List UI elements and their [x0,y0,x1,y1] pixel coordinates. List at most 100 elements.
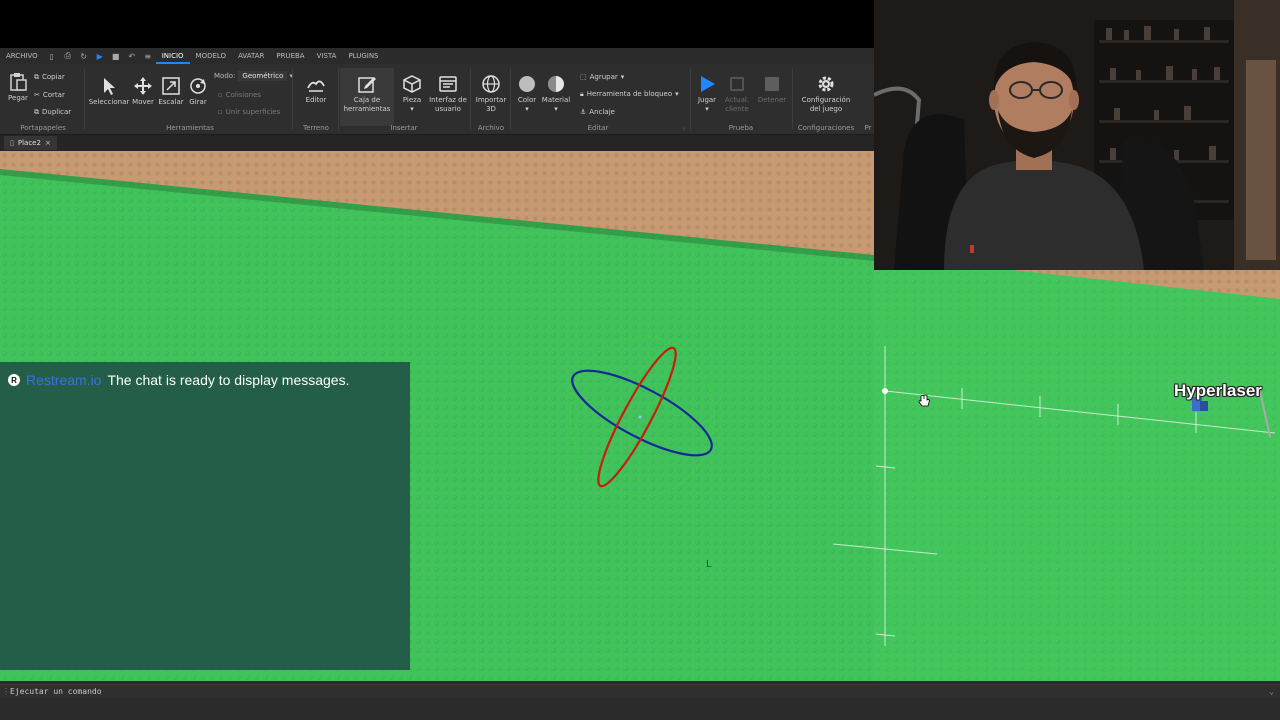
cut-label: Cortar [42,91,65,99]
undo-icon[interactable]: ↶ [127,51,137,61]
chat-overlay: R Restream.io The chat is ready to displ… [0,362,410,670]
tab-plugins[interactable]: PLUGINS [342,48,384,64]
collisions-label: Colisiones [225,91,262,99]
rotate-label: Girar [189,98,207,106]
update-client-button[interactable]: Actual. cliente [722,74,752,114]
ui-label-2: usuario [435,105,461,113]
scale-label: Escalar [158,98,184,106]
menu-file[interactable]: ARCHIVO [0,48,44,64]
copy-label: Copiar [42,73,65,81]
join-surfaces-toggle[interactable]: ▫ Unir superficies [218,105,280,119]
select-button[interactable]: Seleccionar [88,76,130,107]
user-interface-button[interactable]: Interfaz de usuario [428,74,468,114]
scale-button[interactable]: Escalar [157,76,185,107]
stop-quick-icon[interactable]: ■ [111,51,121,61]
group-button[interactable]: ⬚ Agrupar ▾ [580,70,624,84]
cut-group-label: Pr [864,124,872,132]
settings-label-2: del juego [809,105,843,113]
lock-tool-button[interactable]: 🔒︎ Herramienta de bloqueo ▾ [580,87,679,101]
ui-window-icon [439,76,457,92]
clipboard-group-label: Portapapeles [20,124,66,132]
play-button[interactable]: Jugar ▾ [694,74,720,114]
terrain-editor-button[interactable]: Editor [300,74,332,105]
rotate-button[interactable]: Girar [186,76,210,107]
separator [470,68,471,130]
webcam-overlay [874,0,1280,270]
mode-value[interactable]: Geométrico [238,71,288,81]
open-file-icon[interactable]: ⎙ [63,51,73,61]
join-surfaces-label: Unir superficies [225,108,281,116]
separator [338,68,339,130]
expand-icon[interactable]: ⌟ [682,120,685,134]
chevron-down-icon: ▾ [620,73,625,81]
edit-group-label: Editar [587,124,609,132]
copy-button[interactable]: ⧉ Copiar [34,70,65,84]
separator [510,68,511,130]
chat-service-name: Restream.io [26,372,102,388]
select-label: Seleccionar [88,98,130,106]
paste-label: Pegar [8,94,28,102]
toolbox-button[interactable]: Caja de herramientas [342,74,392,114]
chevron-down-icon[interactable]: ⌄ [1269,685,1274,699]
chevron-down-icon: ▾ [525,105,529,113]
lock-icon: 🔒︎ [580,89,584,98]
tab-inicio[interactable]: INICIO [155,48,190,64]
editor-label: Editor [305,96,327,104]
document-icon: ▯ [10,139,14,147]
cursor-icon [104,78,115,95]
paste-button[interactable]: Pegar [6,72,30,103]
insert-group-label: Insertar [390,124,418,132]
color-swatch-icon [519,76,535,92]
menu-bar: ARCHIVO ▯ ⎙ ↻ ▶ ■ ↶ ≡ INICIO MODELO AVAT… [0,48,874,64]
terrain-icon [307,80,325,92]
scissors-icon: ✂ [34,91,40,99]
separator [792,68,793,130]
play-label: Jugar [697,96,717,104]
update-client-icon [730,77,744,91]
part-button[interactable]: Pieza ▾ [398,74,426,114]
ribbon-toolbar: Pegar ⧉ Copiar ✂ Cortar ⧉ Duplicar Portapap… [0,64,874,135]
collisions-toggle[interactable]: ▫ Colisiones [218,88,261,102]
test-group-label: Prueba [728,124,754,132]
import-3d-button[interactable]: Importar 3D [474,74,508,114]
baseplate-light [874,255,1280,681]
chevron-down-icon: ▾ [705,105,709,113]
game-settings-button[interactable]: Configuración del juego [798,74,854,114]
move-arrows-icon [134,77,152,95]
move-button[interactable]: Mover [131,76,155,107]
tab-place2[interactable]: ▯ Place2 × [4,136,57,150]
color-button[interactable]: Color ▾ [514,74,540,114]
separator [84,68,85,130]
tab-avatar[interactable]: AVATAR [232,48,270,64]
play-quick-icon[interactable]: ▶ [95,51,105,61]
material-button[interactable]: Material ▾ [540,74,572,114]
separator [292,68,293,130]
anchor-button[interactable]: ⚓︎ Anclaje [580,105,615,119]
new-file-icon[interactable]: ▯ [47,51,57,61]
play-icon [701,76,715,92]
refresh-icon[interactable]: ↻ [79,51,89,61]
cut-button[interactable]: ✂ Cortar [34,88,65,102]
material-label: Material [541,96,571,104]
duplicate-button[interactable]: ⧉ Duplicar [34,105,71,119]
tools-group-label: Herramientas [166,124,214,132]
update-label-1: Actual. [724,96,750,104]
anchor-icon: ⚓︎ [580,108,587,116]
chevron-down-icon: ▾ [675,90,679,98]
tab-place2-label: Place2 [17,139,41,147]
tab-vista[interactable]: VISTA [311,48,343,64]
ui-label-1: Interfaz de [429,96,467,104]
quick-menu-icon[interactable]: ≡ [143,51,153,61]
tab-modelo[interactable]: MODELO [190,48,233,64]
command-input[interactable]: ⋮ Ejecutar un comando ⌄ [0,684,1280,698]
globe-import-icon [482,75,500,93]
import-label-2: 3D [486,105,496,113]
close-icon[interactable]: × [45,139,51,147]
command-placeholder: Ejecutar un comando [10,687,102,696]
mode-select[interactable]: Modo: Geométrico ▾ [214,71,293,81]
tab-prueba[interactable]: PRUEBA [270,48,310,64]
terrain-group-label: Terreno [303,124,329,132]
checkbox-icon: ▫ [218,108,223,116]
command-bar: ⋮ Ejecutar un comando ⌄ [0,681,1280,720]
stop-button[interactable]: Detener [756,74,788,105]
